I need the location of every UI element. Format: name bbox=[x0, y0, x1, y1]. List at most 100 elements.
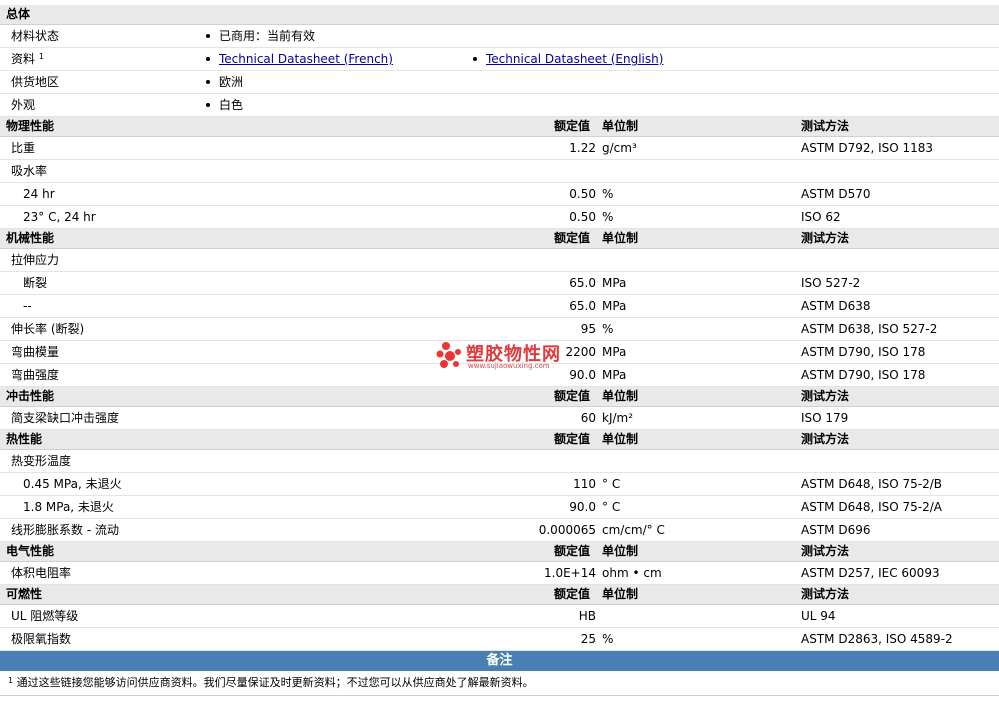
property-value: HB bbox=[578, 609, 596, 623]
general-row-label-text: 外观 bbox=[11, 98, 36, 112]
general-row-item: Technical Datasheet (English) bbox=[473, 48, 663, 70]
property-row: 简支梁缺口冲击强度 60 kJ/m² ISO 179 bbox=[0, 407, 999, 430]
general-row-item: Technical Datasheet (French) bbox=[206, 48, 393, 70]
property-label: 热变形温度 bbox=[11, 454, 72, 468]
property-unit: MPa bbox=[602, 368, 627, 382]
header-test-method: 测试方法 bbox=[801, 231, 850, 245]
section-header: 电气性能 额定值 单位制 测试方法 bbox=[0, 542, 999, 562]
bullet-icon bbox=[206, 56, 210, 61]
general-row: 外观 白色 bbox=[0, 94, 999, 117]
property-row: 体积电阻率 1.0E+14 ohm • cm ASTM D257, IEC 60093 bbox=[0, 562, 999, 585]
general-row-value: 白色 bbox=[219, 98, 244, 112]
property-test-method: ASTM D648, ISO 75-2/B bbox=[801, 477, 943, 491]
property-unit: ° C bbox=[602, 477, 621, 491]
general-row: 供货地区 欧洲 bbox=[0, 71, 999, 94]
property-value: 90.0 bbox=[569, 500, 596, 514]
property-row: 1.8 MPa, 未退火 90.0 ° C ASTM D648, ISO 75-2/A bbox=[0, 496, 999, 519]
general-row: 资料 1 Technical Datasheet (French) Technica… bbox=[0, 48, 999, 71]
property-value: 110 bbox=[573, 477, 596, 491]
property-value: 65.0 bbox=[569, 276, 596, 290]
bullet-icon bbox=[206, 79, 210, 84]
property-value: 0.50 bbox=[569, 210, 596, 224]
section-title: 热性能 bbox=[6, 432, 43, 446]
header-test-method: 测试方法 bbox=[801, 119, 850, 133]
property-row: 伸长率 (断裂) 95% ASTM D638, ISO 527-2 bbox=[0, 318, 999, 341]
property-label: 伸长率 (断裂) bbox=[11, 322, 85, 336]
general-row: 材料状态 已商用：当前有效 bbox=[0, 25, 999, 48]
property-label: -- bbox=[23, 299, 32, 313]
property-unit: % bbox=[602, 322, 614, 336]
property-unit: % bbox=[602, 187, 614, 201]
general-row-value: 已商用：当前有效 bbox=[219, 29, 316, 43]
property-test-method: ASTM D2863, ISO 4589-2 bbox=[801, 632, 953, 646]
header-unit: 单位制 bbox=[602, 231, 639, 245]
property-label: 弯曲模量 bbox=[11, 345, 60, 359]
header-nominal-value: 额定值 bbox=[554, 231, 591, 245]
property-test-method: ISO 179 bbox=[801, 411, 849, 425]
datasheet-link[interactable]: Technical Datasheet (French) bbox=[219, 52, 393, 66]
general-header: 总体 bbox=[0, 5, 999, 25]
property-unit: MPa bbox=[602, 345, 627, 359]
bullet-icon bbox=[473, 56, 477, 61]
section-header: 物理性能 额定值 单位制 测试方法 bbox=[0, 117, 999, 137]
property-test-method: ASTM D638, ISO 527-2 bbox=[801, 322, 938, 336]
general-row-label-text: 材料状态 bbox=[11, 29, 60, 43]
property-row: 吸水率 bbox=[0, 160, 999, 183]
property-unit: % bbox=[602, 210, 614, 224]
watermark-logo: 塑胶物性网 www.sujiaowuxing.com bbox=[436, 340, 596, 374]
notes-header: 备注 bbox=[0, 651, 999, 671]
header-nominal-value: 额定值 bbox=[554, 587, 591, 601]
property-unit: MPa bbox=[602, 276, 627, 290]
general-row-label-text: 供货地区 bbox=[11, 75, 60, 89]
header-unit: 单位制 bbox=[602, 119, 639, 133]
property-test-method: ISO 62 bbox=[801, 210, 841, 224]
bullet-icon bbox=[206, 33, 210, 38]
property-test-method: ISO 527-2 bbox=[801, 276, 861, 290]
section-title: 物理性能 bbox=[6, 119, 55, 133]
section-title: 冲击性能 bbox=[6, 389, 55, 403]
header-nominal-value: 额定值 bbox=[554, 544, 591, 558]
header-unit: 单位制 bbox=[602, 389, 639, 403]
property-unit: % bbox=[602, 632, 614, 646]
property-row: 线形膨胀系数 - 流动 0.000065 cm/cm/° C ASTM D696 bbox=[0, 519, 999, 542]
general-row-item: 白色 bbox=[206, 94, 243, 116]
general-row-label: 材料状态 bbox=[11, 25, 59, 47]
property-label: 极限氧指数 bbox=[11, 632, 72, 646]
note-text: 通过这些链接您能够访问供应商资料。我们尽量保证及时更新资料；不过您可以从供应商处… bbox=[16, 676, 534, 689]
property-row: 0.45 MPa, 未退火 110 ° C ASTM D648, ISO 75-2/B bbox=[0, 473, 999, 496]
property-label: UL 阻燃等级 bbox=[11, 609, 79, 623]
property-row: 比重 1.22 g/cm³ ASTM D792, ISO 1183 bbox=[0, 137, 999, 160]
property-label: 体积电阻率 bbox=[11, 566, 72, 580]
property-row: 24 hr 0.50% ASTM D570 bbox=[0, 183, 999, 206]
property-row: -- 65.0 MPa ASTM D638 bbox=[0, 295, 999, 318]
footnote-marker: 1 bbox=[38, 52, 44, 61]
property-label: 弯曲强度 bbox=[11, 368, 60, 382]
datasheet-link[interactable]: Technical Datasheet (English) bbox=[486, 52, 663, 66]
property-test-method: ASTM D790, ISO 178 bbox=[801, 345, 926, 359]
general-row-label-text: 资料 bbox=[11, 52, 36, 66]
header-test-method: 测试方法 bbox=[801, 544, 850, 558]
property-unit: kJ/m² bbox=[602, 411, 634, 425]
property-test-method: ASTM D790, ISO 178 bbox=[801, 368, 926, 382]
property-row: 23° C, 24 hr 0.50% ISO 62 bbox=[0, 206, 999, 229]
property-sections: 物理性能 额定值 单位制 测试方法 比重 1.22 g/cm³ ASTM D792, ISO … bbox=[0, 117, 999, 651]
general-row-value: 欧洲 bbox=[219, 75, 244, 89]
property-label: 1.8 MPa, 未退火 bbox=[23, 500, 114, 514]
property-label: 简支梁缺口冲击强度 bbox=[11, 411, 120, 425]
general-row-item: 欧洲 bbox=[206, 71, 243, 93]
header-nominal-value: 额定值 bbox=[554, 389, 591, 403]
general-row-item: 已商用：当前有效 bbox=[206, 25, 315, 47]
watermark-url: www.sujiaowuxing.com bbox=[468, 362, 550, 370]
property-test-method: ASTM D792, ISO 1183 bbox=[801, 141, 934, 155]
property-row: 断裂 65.0 MPa ISO 527-2 bbox=[0, 272, 999, 295]
general-rows: 材料状态 已商用：当前有效资料 1 Technical Datasheet (Fre… bbox=[0, 25, 999, 117]
property-row: 热变形温度 bbox=[0, 450, 999, 473]
general-row-label: 供货地区 bbox=[11, 71, 59, 93]
property-test-method: ASTM D648, ISO 75-2/A bbox=[801, 500, 942, 514]
header-test-method: 测试方法 bbox=[801, 389, 850, 403]
general-row-label: 外观 bbox=[11, 94, 35, 116]
property-label: 断裂 bbox=[23, 276, 48, 290]
section-title: 电气性能 bbox=[6, 544, 55, 558]
section-header: 热性能 额定值 单位制 测试方法 bbox=[0, 430, 999, 450]
property-row: 拉伸应力 bbox=[0, 249, 999, 272]
